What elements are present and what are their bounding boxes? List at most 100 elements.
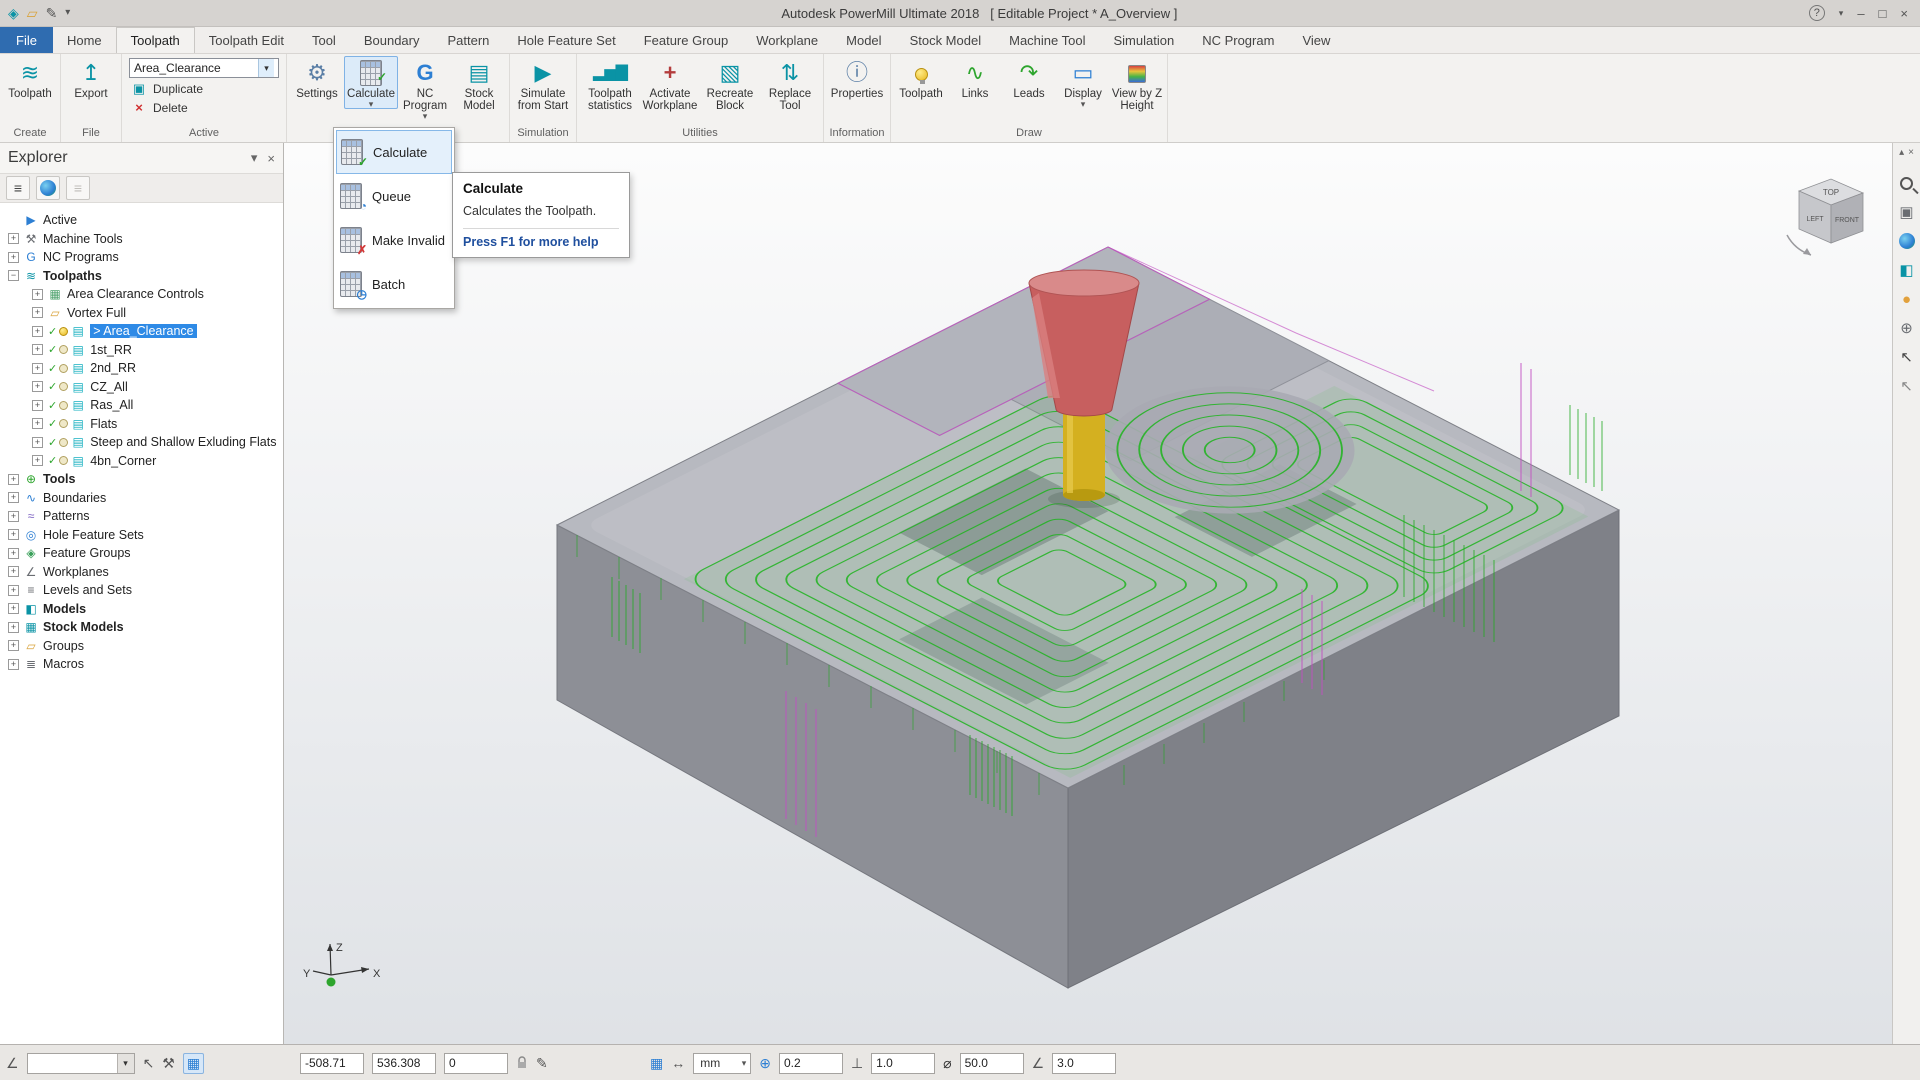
display-caret-icon[interactable]: ▾ [1081, 100, 1086, 109]
tree-expand-icon[interactable]: + [8, 603, 19, 615]
draw-bulb-icon[interactable] [59, 456, 69, 466]
viewport-3d[interactable]: TOP LEFT FRONT Z X Y [284, 143, 1892, 1044]
tree-expand-icon[interactable]: + [8, 621, 19, 633]
wireframe-view-icon[interactable]: ⊕ [1896, 317, 1918, 339]
tab-machine-tool[interactable]: Machine Tool [995, 27, 1099, 53]
toolbar-collapse-icon[interactable]: ▴ [1899, 147, 1904, 158]
tab-tool[interactable]: Tool [298, 27, 350, 53]
replace-tool-button[interactable]: ⇅ Replace Tool [760, 56, 820, 113]
menu-item-queue[interactable]: ◔ Queue [336, 174, 452, 218]
menu-item-batch[interactable]: ◷ Batch [336, 262, 452, 306]
sphere-view-icon[interactable]: ● [1896, 288, 1918, 310]
y-coordinate-field[interactable] [372, 1052, 436, 1074]
toolbar-close-icon[interactable]: × [1908, 147, 1914, 158]
view-by-z-height-button[interactable]: View by Z Height [1110, 56, 1164, 113]
zoom-search-icon[interactable] [1896, 172, 1918, 194]
tree-item-steep-and-shallow[interactable]: + ✓ ▤ Steep and Shallow Exluding Flats [0, 433, 283, 452]
help-caret-icon[interactable]: ▾ [1839, 8, 1844, 19]
tree-item-machine-tools[interactable]: + ⚒ Machine Tools [0, 230, 283, 249]
world-icon[interactable] [36, 176, 60, 200]
tree-expand-icon[interactable]: + [8, 473, 19, 485]
draw-links-button[interactable]: ∿ Links [948, 56, 1002, 101]
tree-expand-icon[interactable]: + [8, 233, 19, 245]
tolerance-field[interactable] [778, 1052, 843, 1074]
recreate-block-button[interactable]: ▧ Recreate Block [700, 56, 760, 113]
tree-item-tools[interactable]: + ⊕ Tools [0, 470, 283, 489]
tree-expand-icon[interactable]: − [8, 270, 19, 282]
tab-toolpath-edit[interactable]: Toolpath Edit [195, 27, 298, 53]
tree-item-area-clearance[interactable]: + ✓ ▤ > Area_Clearance [0, 322, 283, 341]
tree-item-groups[interactable]: + ▱ Groups [0, 637, 283, 656]
tab-toolpath[interactable]: Toolpath [115, 27, 195, 53]
combo-caret-icon[interactable]: ▾ [258, 59, 274, 77]
maximize-button[interactable]: □ [1879, 6, 1887, 21]
tree-item-2nd-rr[interactable]: + ✓ ▤ 2nd_RR [0, 359, 283, 378]
tree-expand-icon[interactable]: + [8, 251, 19, 263]
tab-workplane[interactable]: Workplane [742, 27, 832, 53]
tab-nc-program[interactable]: NC Program [1188, 27, 1288, 53]
draw-bulb-icon[interactable] [59, 400, 69, 410]
display-button[interactable]: ▭ Display ▾ [1056, 56, 1110, 109]
draw-bulb-icon[interactable] [59, 382, 69, 392]
tree-expand-icon[interactable]: + [32, 381, 43, 393]
calculate-caret-icon[interactable]: ▾ [369, 100, 374, 109]
select-cursor-icon[interactable]: ↖ [1896, 346, 1918, 368]
tree-expand-icon[interactable]: + [8, 584, 19, 596]
tree-expand-icon[interactable]: + [32, 288, 43, 300]
explorer-close-icon[interactable]: × [267, 151, 275, 166]
draw-bulb-icon[interactable] [59, 419, 69, 429]
tree-expand-icon[interactable]: + [32, 399, 43, 411]
active-toolpath-combo[interactable]: Area_Clearance ▾ [129, 58, 279, 78]
tree-item-boundaries[interactable]: + ∿ Boundaries [0, 489, 283, 508]
units-selector[interactable]: mm ▾ [693, 1052, 752, 1074]
draw-toolpath-button[interactable]: Toolpath [894, 56, 948, 101]
tab-pattern[interactable]: Pattern [433, 27, 503, 53]
calculate-button[interactable]: ✓ Calculate ▾ [344, 56, 398, 109]
tab-hole-feature-set[interactable]: Hole Feature Set [503, 27, 629, 53]
tab-view[interactable]: View [1288, 27, 1344, 53]
nc-program-caret-icon[interactable]: ▾ [423, 112, 428, 121]
tool-diameter-field[interactable] [959, 1052, 1024, 1074]
activate-workplane-button[interactable]: + Activate Workplane [640, 56, 700, 113]
tree-expand-icon[interactable]: + [32, 436, 43, 448]
properties-button[interactable]: ⓘ Properties [827, 56, 887, 101]
simulate-from-start-button[interactable]: ▶ Simulate from Start [513, 56, 573, 113]
level-selector[interactable]: ▾ [26, 1052, 135, 1074]
tool-query-icon[interactable]: ⚒ [162, 1055, 175, 1072]
tab-stock-model[interactable]: Stock Model [896, 27, 996, 53]
settings-button[interactable]: ⚙ Settings [290, 56, 344, 101]
tree-expand-icon[interactable]: + [32, 455, 43, 467]
tree-item-4bn-corner[interactable]: + ✓ ▤ 4bn_Corner [0, 452, 283, 471]
block-status-icon[interactable]: ▦ [650, 1055, 663, 1072]
toolpath-statistics-button[interactable]: ▂▅▇ Toolpath statistics [580, 56, 640, 113]
view-options-icon[interactable]: ▣ [1896, 201, 1918, 223]
tree-item-models[interactable]: + ◧ Models [0, 600, 283, 619]
tab-model[interactable]: Model [832, 27, 895, 53]
tree-item-nc-programs[interactable]: + G NC Programs [0, 248, 283, 267]
edit-icon[interactable]: ✎ [46, 6, 58, 20]
tree-item-flats[interactable]: + ✓ ▤ Flats [0, 415, 283, 434]
stepdown-field[interactable] [1052, 1052, 1117, 1074]
tree-expand-icon[interactable]: + [32, 325, 43, 337]
tree-item-hole-feature-sets[interactable]: + ◎ Hole Feature Sets [0, 526, 283, 545]
tree-expand-icon[interactable]: + [32, 344, 43, 356]
draw-bulb-icon[interactable] [59, 345, 69, 355]
tree-expand-icon[interactable]: + [8, 547, 19, 559]
tree-item-cz-all[interactable]: + ✓ ▤ CZ_All [0, 378, 283, 397]
stock-model-button[interactable]: ▤ Stock Model [452, 56, 506, 113]
tree-expand-icon[interactable]: + [8, 510, 19, 522]
tree-expand-icon[interactable]: + [8, 529, 19, 541]
tree-item-macros[interactable]: + ≣ Macros [0, 655, 283, 674]
tree-item-patterns[interactable]: + ≈ Patterns [0, 507, 283, 526]
tree-item-stock-models[interactable]: + ▦ Stock Models [0, 618, 283, 637]
help-icon[interactable]: ? [1808, 5, 1825, 21]
tree-expand-icon[interactable]: + [32, 418, 43, 430]
delete-button[interactable]: × Delete [129, 100, 279, 115]
z-coordinate-field[interactable] [444, 1052, 508, 1074]
world-view-icon[interactable] [1896, 230, 1918, 252]
tab-simulation[interactable]: Simulation [1099, 27, 1188, 53]
tree-view-icon[interactable]: ≡ [6, 176, 30, 200]
nc-program-button[interactable]: G NC Program ▾ [398, 56, 452, 121]
draw-leads-button[interactable]: ↷ Leads [1002, 56, 1056, 101]
tree-expand-icon[interactable]: + [8, 492, 19, 504]
